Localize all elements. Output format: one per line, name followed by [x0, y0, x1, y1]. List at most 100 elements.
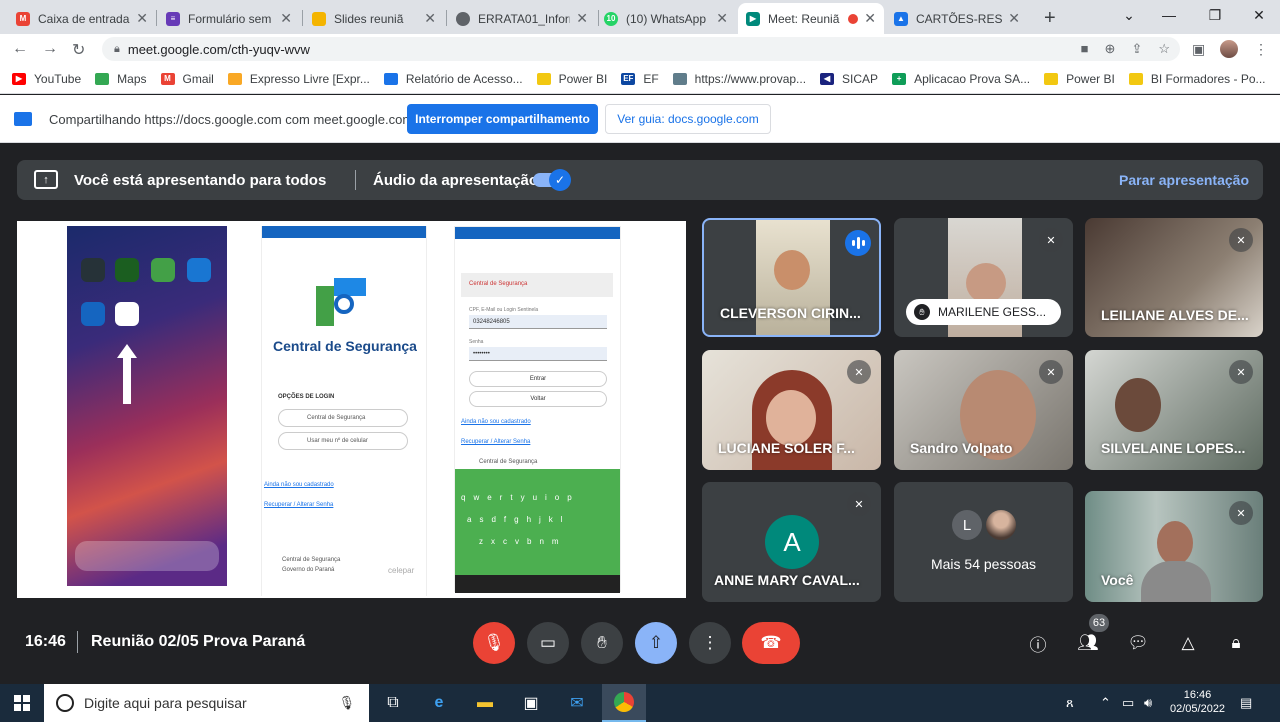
task-view-icon[interactable]: ⧉ [376, 690, 410, 716]
bookmark-item[interactable]: + Aplicacao Prova SA... [892, 72, 1030, 86]
reload-icon[interactable]: ↻ [72, 40, 85, 60]
raise-hand-button[interactable]: ✋︎ [581, 622, 623, 664]
participant-tile[interactable]: CLEVERSON CIRIN... [702, 218, 881, 337]
people-icon[interactable]: 👥︎ [1074, 629, 1102, 657]
bookmark-item[interactable]: https://www.provap... [672, 72, 806, 86]
audio-label: Áudio da apresentação [373, 172, 539, 189]
participant-tile[interactable]: A ✕ ANNE MARY CAVAL... [702, 482, 881, 602]
camera-icon[interactable]: ■ [1081, 41, 1089, 57]
audio-toggle[interactable]: ✓ [533, 169, 571, 191]
app-icon [81, 258, 105, 282]
bookmark-item[interactable]: Expresso Livre [Expr... [227, 72, 370, 86]
bookmark-item[interactable]: BI Formadores - Po... [1128, 72, 1266, 86]
chrome-icon[interactable] [602, 684, 646, 722]
participant-tile[interactable]: ✕ LUCIANE SOLER F... [702, 350, 881, 470]
bookmark-item[interactable]: Relatório de Acesso... [383, 72, 523, 86]
camera-button[interactable]: ▭ [527, 622, 569, 664]
close-window-button[interactable]: ✕ [1236, 0, 1280, 30]
activities-icon[interactable]: △ [1174, 629, 1202, 657]
close-icon[interactable]: ✕ [716, 10, 728, 27]
info-icon[interactable]: ⓘ [1024, 629, 1052, 657]
whatsapp-icon: 10 [604, 11, 618, 26]
tab-forms[interactable]: ≡ Formulário sem t ✕ [158, 3, 300, 34]
bookmark-item[interactable]: ▶ YouTube [12, 72, 81, 86]
cpf-label: CPF, E-Mail ou Login Sentinela [469, 307, 539, 313]
present-button[interactable]: ⇧ [635, 622, 677, 664]
close-icon[interactable]: ✕ [864, 10, 876, 27]
menu-icon[interactable]: ⋮ [1254, 41, 1268, 58]
url-bar[interactable]: 🔒︎ meet.google.com/cth-yuqv-wvw ■ ⊕ ⇪ ☆ [102, 37, 1180, 61]
network-icon[interactable]: ▭ [1122, 695, 1134, 711]
leave-call-button[interactable]: ☎︎ [742, 622, 800, 664]
profile-avatar[interactable] [1220, 40, 1238, 58]
self-tile[interactable]: ✕ Você [1085, 491, 1263, 602]
meeting-title: Reunião 02/05 Prova Paraná [91, 633, 306, 650]
restore-button[interactable]: ❐ [1192, 0, 1238, 30]
close-icon[interactable]: ✕ [576, 10, 588, 27]
tab-title: Caixa de entrada [38, 11, 130, 26]
microphone-icon[interactable]: 🎙︎ [338, 695, 355, 711]
tab-drive[interactable]: ▲ CARTÕES-RESPO ✕ [886, 3, 1028, 34]
participant-name: LUCIANE SOLER F... [718, 440, 855, 456]
minimize-button[interactable]: — [1146, 0, 1192, 30]
mail-icon[interactable]: ✉ [560, 690, 594, 716]
mic-off-button[interactable]: 🎙︎ [473, 622, 515, 664]
bookmark-item[interactable]: EF EF [621, 72, 659, 86]
close-icon[interactable]: ✕ [424, 10, 436, 27]
tab-meet[interactable]: ▶ Meet: Reuniã ✕ [738, 3, 884, 34]
tab-gmail[interactable]: M Caixa de entrada ✕ [8, 3, 156, 34]
forward-icon[interactable]: → [42, 40, 58, 58]
share-icon[interactable]: ⇪ [1131, 41, 1142, 57]
close-icon[interactable]: ✕ [1008, 10, 1020, 27]
app-icon [151, 258, 175, 282]
sidepanel-icon[interactable]: ▣ [1192, 41, 1205, 58]
mic-off-icon: ✕ [1039, 228, 1063, 252]
participant-tile[interactable]: ✕ Sandro Volpato [894, 350, 1073, 470]
tab-slides[interactable]: Slides reuniã ✕ [304, 3, 444, 34]
bookmark-item[interactable]: ◀ SICAP [820, 72, 878, 86]
tab-title: ERRATA01_Inform [478, 11, 571, 26]
taskbar-clock[interactable]: 16:46 02/05/2022 [1170, 688, 1225, 716]
back-icon[interactable]: ← [12, 40, 28, 58]
stop-sharing-button[interactable]: Interromper compartilhamento [407, 104, 598, 134]
mic-off-icon: ✕ [847, 492, 871, 516]
store-icon[interactable]: ▣ [514, 690, 548, 716]
recover-link: Recuperar / Alterar Senha [264, 502, 334, 508]
view-tab-button[interactable]: Ver guia: docs.google.com [605, 104, 771, 134]
bookmark-item[interactable]: Maps [95, 72, 147, 86]
check-icon: ✓ [549, 169, 571, 191]
edge-icon[interactable]: e [422, 690, 456, 716]
more-people-label: Mais 54 pessoas [930, 556, 1037, 572]
chevron-up-icon[interactable]: ⌃ [1100, 695, 1111, 711]
bookmark-item[interactable]: M Gmail [160, 72, 214, 86]
chat-icon[interactable]: 💬︎ [1124, 629, 1152, 657]
bookmark-item[interactable]: Power BI [1044, 72, 1115, 86]
taskbar-search[interactable]: Digite aqui para pesquisar 🎙︎ [44, 684, 369, 722]
windows-start-icon[interactable] [14, 695, 30, 711]
participant-tile[interactable]: ✕ LEILIANE ALVES DE... [1085, 218, 1263, 337]
file-explorer-icon[interactable]: ▬ [468, 690, 502, 716]
participant-name: LEILIANE ALVES DE... [1101, 307, 1249, 323]
participant-tile[interactable]: ✕ SILVELAINE LOPES... [1085, 350, 1263, 470]
central-seguranca-logo [316, 278, 366, 328]
bookmarks-bar: ▶ YouTube Maps M Gmail Expresso Livre [Exp… [0, 64, 1280, 94]
people-tray-icon[interactable]: ጸ [1066, 695, 1074, 711]
tab-errata[interactable]: ERRATA01_Inform ✕ [448, 3, 596, 34]
notification-icon[interactable]: ▤ [1240, 695, 1252, 711]
browser-tab-bar: M Caixa de entrada ✕ ≡ Formulário sem t … [0, 0, 1280, 34]
host-controls-icon[interactable]: 🔒︎ [1222, 629, 1250, 657]
volume-icon[interactable]: 🔊︎ [1144, 695, 1152, 711]
zoom-icon[interactable]: ⊕ [1105, 41, 1116, 57]
more-options-button[interactable]: ⋮ [689, 622, 731, 664]
new-tab-button[interactable]: + [1036, 3, 1060, 34]
raised-hand-badge: ✋︎ MARILENE GESS... [906, 299, 1061, 325]
bookmark-star-icon[interactable]: ☆ [1158, 41, 1170, 57]
stop-presenting-link[interactable]: Parar apresentação [1119, 172, 1249, 188]
participant-tile[interactable]: ✕ ✋︎ MARILENE GESS... [894, 218, 1073, 337]
bookmark-item[interactable]: Power BI [536, 72, 607, 86]
close-icon[interactable]: ✕ [136, 10, 148, 27]
more-people-tile[interactable]: L Mais 54 pessoas [894, 482, 1073, 602]
close-icon[interactable]: ✕ [280, 10, 292, 27]
tab-whatsapp[interactable]: 10 (10) WhatsApp ✕ [596, 3, 736, 34]
gmail-icon: M [16, 11, 30, 26]
